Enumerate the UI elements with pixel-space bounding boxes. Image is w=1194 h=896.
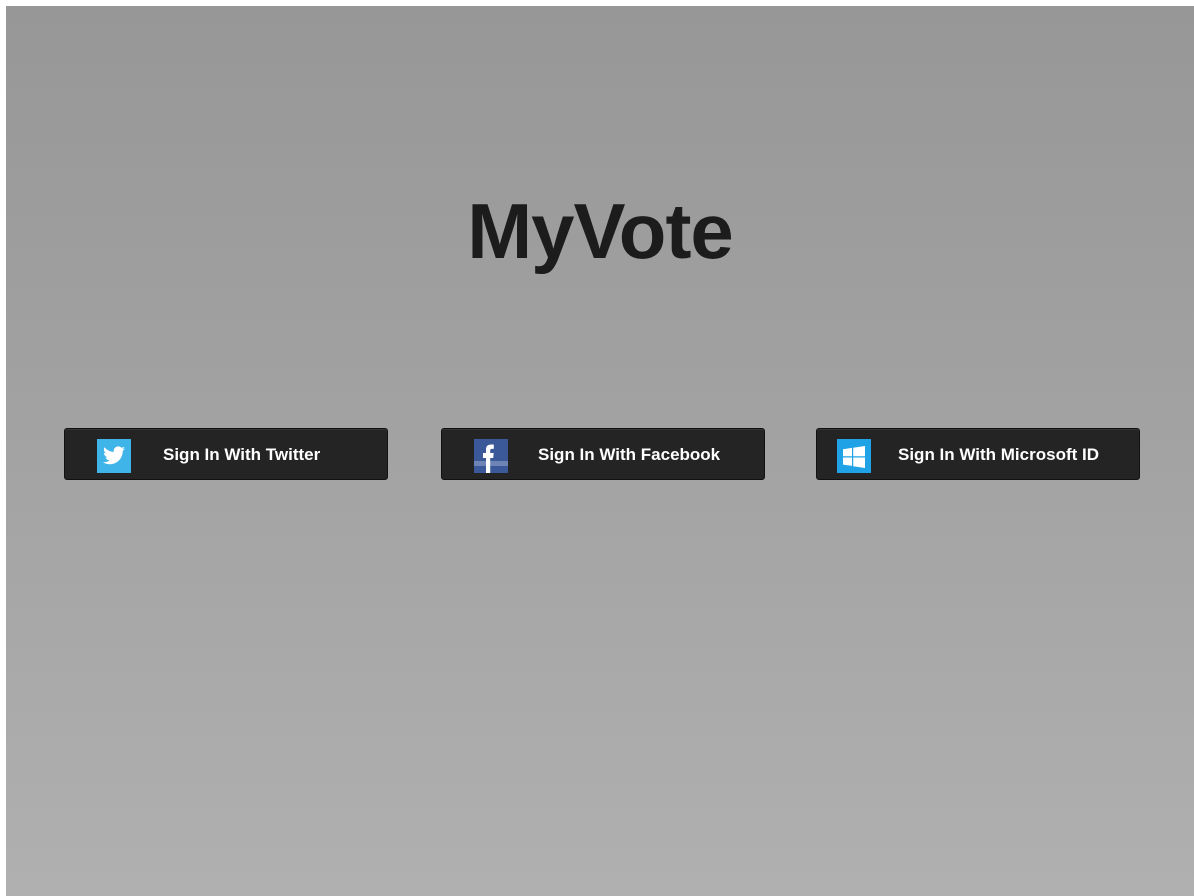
sign-in-microsoft-label: Sign In With Microsoft ID [898, 445, 1099, 464]
sign-in-facebook-label: Sign In With Facebook [538, 445, 721, 464]
windows-icon [837, 439, 871, 473]
login-screen: MyVote Sign In With Twitter Sign In With… [6, 6, 1194, 896]
sign-in-twitter-button[interactable]: Sign In With Twitter [64, 428, 388, 480]
facebook-icon [474, 439, 508, 473]
sign-in-twitter-label: Sign In With Twitter [163, 445, 321, 464]
app-title: MyVote [467, 187, 734, 275]
signin-buttons: Sign In With Twitter Sign In With Facebo… [6, 428, 1194, 484]
sign-in-facebook-button[interactable]: Sign In With Facebook [441, 428, 765, 480]
twitter-icon [97, 439, 131, 473]
sign-in-microsoft-button[interactable]: Sign In With Microsoft ID [816, 428, 1140, 480]
